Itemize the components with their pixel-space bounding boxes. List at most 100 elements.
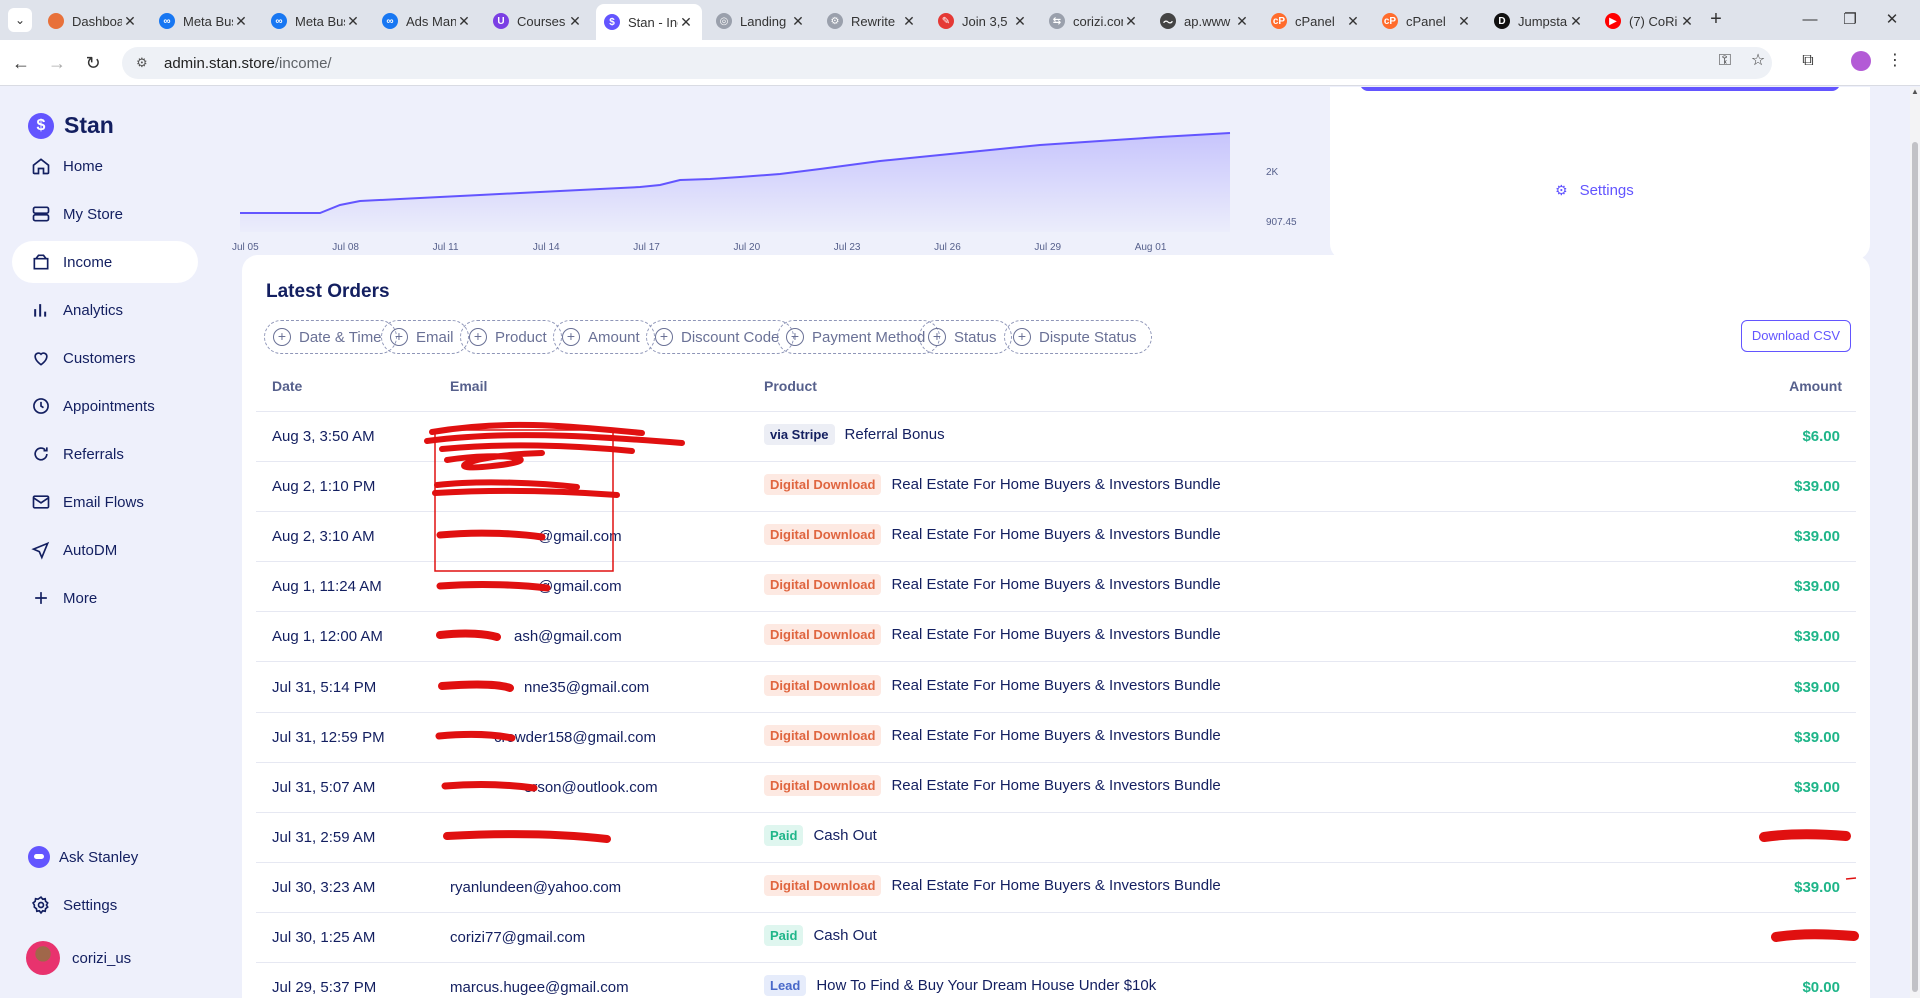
sidebar-item-label: More — [63, 589, 98, 607]
column-header-email[interactable]: Email — [450, 378, 487, 394]
tab-title: (7) CoRi — [1629, 13, 1678, 29]
sidebar-item-analytics[interactable]: Analytics — [12, 289, 198, 331]
minimize-icon[interactable]: — — [1798, 8, 1822, 32]
table-row[interactable]: Aug 1, 12:00 AM ash@gmail.com Digital Down… — [256, 612, 1856, 663]
scroll-up-icon[interactable]: ▲ — [1911, 87, 1919, 96]
table-row[interactable]: Aug 3, 3:50 AM via Stripe Referral Bonus $6… — [256, 412, 1856, 462]
browser-tab[interactable]: ⇆ corizi.com✕ — [1041, 6, 1147, 36]
sidebar-item-referrals[interactable]: Referrals — [12, 433, 198, 475]
tab-close-icon[interactable]: ✕ — [678, 14, 694, 31]
settings-link[interactable]: ⚙ Settings — [1555, 182, 1634, 199]
browser-tab[interactable]: Dashboard✕ — [40, 6, 146, 36]
filter-date-time[interactable]: + Date & Time — [264, 320, 397, 354]
column-header-product[interactable]: Product — [764, 378, 817, 394]
tab-close-icon[interactable]: ✕ — [1456, 13, 1472, 30]
tab-favicon-icon: U — [493, 13, 509, 29]
tab-close-icon[interactable]: ✕ — [901, 13, 917, 30]
filter-payment-method[interactable]: + Payment Method — [777, 320, 941, 354]
browser-tab[interactable]: ∞ Ads Manager✕ — [374, 6, 480, 36]
stan-logo[interactable]: $ Stan — [28, 112, 114, 139]
filter-status[interactable]: + Status — [919, 320, 1012, 354]
key-icon[interactable]: ⚿ — [1712, 48, 1738, 74]
table-row[interactable]: Jul 29, 5:37 PM marcus.hugee@gmail.com Lea… — [256, 963, 1856, 998]
extensions-icon[interactable]: ⧉ — [1795, 48, 1821, 74]
close-window-icon[interactable]: ✕ — [1880, 8, 1904, 32]
bookmark-star-icon[interactable]: ☆ — [1745, 48, 1771, 74]
browser-tab[interactable]: ✎ Join 3,5 ✕ — [930, 6, 1036, 36]
tab-close-icon[interactable]: ✕ — [456, 13, 472, 30]
sidebar-item-home[interactable]: Home — [12, 145, 198, 187]
refresh-icon — [30, 443, 52, 465]
tab-title: Jumpstart — [1518, 13, 1568, 29]
column-header-date[interactable]: Date — [272, 378, 302, 394]
new-tab-button[interactable]: + — [1704, 8, 1728, 32]
product-name: Cash Out — [813, 826, 877, 844]
table-row[interactable]: Jul 30, 1:25 AM corizi77@gmail.com Paid Cas… — [256, 913, 1856, 963]
filter-dispute-status[interactable]: + Dispute Status — [1004, 320, 1152, 354]
table-row[interactable]: Aug 1, 11:24 AM @gmail.com Digital Downloa… — [256, 562, 1856, 613]
tab-close-icon[interactable]: ✕ — [1345, 13, 1361, 30]
table-row[interactable]: Jul 31, 2:59 AM Paid Cash Out — [256, 813, 1856, 863]
tab-close-icon[interactable]: ✕ — [345, 13, 361, 30]
back-icon[interactable]: ← — [8, 50, 34, 76]
filter-amount[interactable]: + Amount — [553, 320, 655, 354]
user-profile[interactable]: corizi_us — [26, 941, 131, 975]
table-row[interactable]: Jul 31, 5:14 PM nne35@gmail.com Digital Do… — [256, 663, 1856, 713]
page-scrollbar[interactable]: ▲ — [1910, 87, 1920, 998]
browser-tab[interactable]: $ Stan - Income✕ — [596, 4, 702, 40]
ask-stanley-button[interactable]: Ask Stanley — [12, 836, 198, 878]
reload-icon[interactable]: ↻ — [80, 50, 106, 76]
browser-tab[interactable]: ◎ Landing Page✕ — [708, 6, 814, 36]
filter-email[interactable]: + Email — [381, 320, 469, 354]
tab-close-icon[interactable]: ✕ — [567, 13, 583, 30]
browser-tab[interactable]: ∞ Meta Business✕ — [151, 6, 257, 36]
table-row[interactable]: Aug 2, 1:10 PM Digital Download Real Estat… — [256, 462, 1856, 513]
site-info-icon[interactable]: ⚙ — [136, 55, 152, 71]
profile-avatar-icon[interactable] — [1848, 48, 1874, 74]
download-csv-button[interactable]: Download CSV — [1741, 320, 1851, 352]
browser-tab[interactable]: ∞ Meta Business✕ — [263, 6, 369, 36]
sidebar-item-customers[interactable]: Customers — [12, 337, 198, 379]
browser-tab[interactable]: cP cPanel ✕ — [1263, 6, 1369, 36]
forward-icon[interactable]: → — [44, 50, 70, 76]
browser-tab[interactable]: U Courses ✕ — [485, 6, 591, 36]
column-header-amount[interactable]: Amount — [1789, 378, 1842, 394]
sidebar-item-more[interactable]: More — [12, 577, 198, 619]
scrollbar-thumb[interactable] — [1912, 142, 1918, 992]
browser-tab[interactable]: cP cPanel ✕ — [1374, 6, 1480, 36]
filter-product[interactable]: + Product — [460, 320, 562, 354]
browser-tab[interactable]: 〜 ap.www ✕ — [1152, 6, 1258, 36]
sidebar-item-income[interactable]: Income — [12, 241, 198, 283]
tab-close-icon[interactable]: ✕ — [1123, 13, 1139, 30]
table-row[interactable]: Jul 30, 3:23 AM ryanlundeen@yahoo.com Digi… — [256, 863, 1856, 913]
browser-tab[interactable]: ⚙ Rewrite ✕ — [819, 6, 925, 36]
sidebar-item-email-flows[interactable]: Email Flows — [12, 481, 198, 523]
browser-menu-icon[interactable]: ⋮ — [1882, 48, 1908, 74]
table-row[interactable]: Jul 31, 5:07 AM erson@outlook.com Digital … — [256, 763, 1856, 813]
y-tick-label: 907.45 — [1266, 217, 1297, 228]
tab-close-icon[interactable]: ✕ — [1568, 13, 1584, 30]
sidebar-item-my-store[interactable]: My Store — [12, 193, 198, 235]
tab-search-button[interactable]: ⌄ — [8, 8, 32, 32]
wallet-icon — [30, 251, 52, 273]
table-row[interactable]: Jul 31, 12:59 PM crowder158@gmail.com Digi… — [256, 713, 1856, 763]
browser-tab[interactable]: D Jumpstart✕ — [1486, 6, 1592, 36]
browser-tab[interactable]: ▶ (7) CoRi ✕ — [1597, 6, 1703, 36]
sidebar-item-appointments[interactable]: Appointments — [12, 385, 198, 427]
tab-close-icon[interactable]: ✕ — [122, 13, 138, 30]
card-primary-button-edge[interactable] — [1360, 87, 1840, 91]
filter-discount-code[interactable]: + Discount Code — [646, 320, 795, 354]
tab-title: Meta Business — [183, 13, 233, 29]
tab-close-icon[interactable]: ✕ — [1679, 13, 1695, 30]
tab-close-icon[interactable]: ✕ — [233, 13, 249, 30]
sidebar-item-autodm[interactable]: AutoDM — [12, 529, 198, 571]
tab-close-icon[interactable]: ✕ — [1234, 13, 1250, 30]
analytics-icon — [30, 299, 52, 321]
orders-title: Latest Orders — [266, 281, 390, 302]
tab-close-icon[interactable]: ✕ — [790, 13, 806, 30]
table-row[interactable]: Aug 2, 3:10 AM @gmail.com Digital Download… — [256, 512, 1856, 563]
maximize-icon[interactable]: ❐ — [1838, 8, 1862, 32]
sidebar-item-settings[interactable]: Settings — [12, 884, 198, 926]
tab-close-icon[interactable]: ✕ — [1012, 13, 1028, 30]
address-bar[interactable]: ⚙ admin.stan.store/income/ — [122, 47, 1772, 79]
